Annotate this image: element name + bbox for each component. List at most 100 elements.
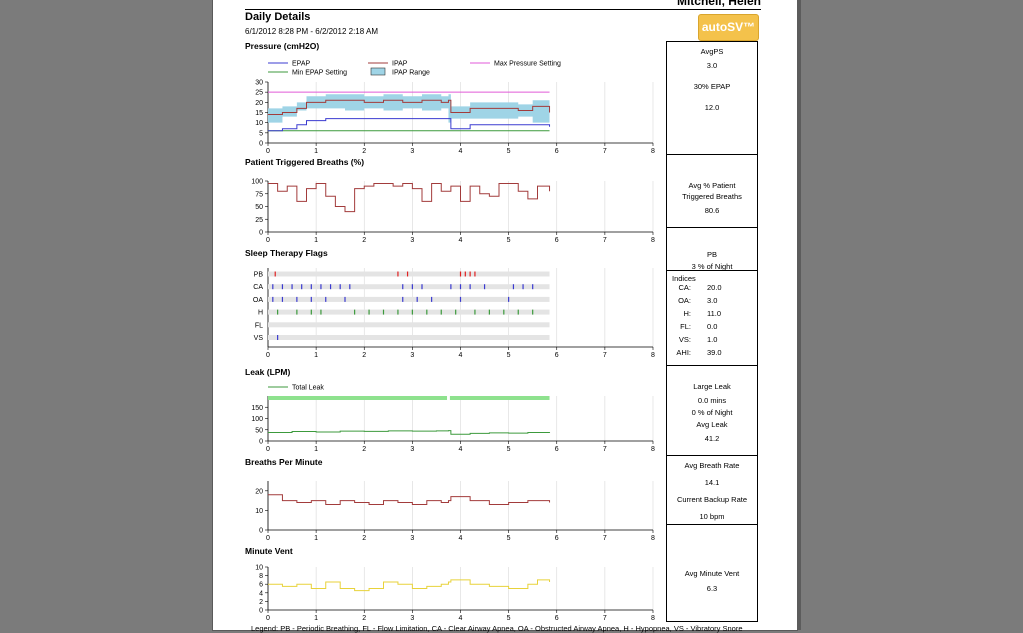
- y-tick-label: 25: [255, 90, 263, 97]
- x-tick-label: 8: [651, 535, 655, 542]
- flag-row-label: CA: [253, 284, 263, 291]
- flag-track: [268, 322, 550, 328]
- flag-track: [268, 309, 550, 315]
- x-tick-label: 3: [410, 446, 414, 453]
- flag-track: [268, 271, 550, 277]
- x-tick-label: 7: [603, 535, 607, 542]
- x-tick-label: 7: [603, 446, 607, 453]
- x-tick-label: 4: [459, 535, 463, 542]
- x-tick-label: 4: [459, 237, 463, 244]
- x-tick-label: 5: [507, 237, 511, 244]
- x-tick-label: 2: [362, 148, 366, 155]
- x-tick-label: 8: [651, 352, 655, 359]
- x-tick-label: 8: [651, 148, 655, 155]
- x-tick-label: 3: [410, 148, 414, 155]
- x-tick-label: 3: [410, 535, 414, 542]
- y-tick-label: 5: [259, 130, 263, 137]
- x-tick-label: 6: [555, 615, 559, 622]
- y-tick-label: 10: [255, 120, 263, 127]
- y-tick-label: 0: [259, 230, 263, 237]
- legend-swatch-ipap-range: [370, 67, 386, 76]
- y-tick-label: 2: [259, 599, 263, 606]
- x-tick-label: 0: [266, 352, 270, 359]
- y-tick-label: 20: [255, 488, 263, 495]
- flag-row-label: OA: [253, 297, 263, 304]
- x-tick-label: 5: [507, 615, 511, 622]
- page-shadow: [797, 0, 801, 630]
- flag-row-label: FL: [255, 322, 263, 329]
- x-tick-label: 8: [651, 237, 655, 244]
- x-tick-label: 0: [266, 446, 270, 453]
- y-tick-label: 8: [259, 573, 263, 580]
- x-tick-label: 2: [362, 615, 366, 622]
- x-tick-label: 0: [266, 148, 270, 155]
- x-tick-label: 6: [555, 446, 559, 453]
- x-tick-label: 2: [362, 352, 366, 359]
- large-leak-bar: [268, 396, 448, 400]
- x-tick-label: 6: [555, 352, 559, 359]
- triggered-line: [268, 183, 551, 213]
- x-tick-label: 1: [314, 148, 318, 155]
- x-tick-label: 2: [362, 446, 366, 453]
- legend-label: Total Leak: [292, 385, 324, 392]
- x-tick-label: 8: [651, 446, 655, 453]
- x-tick-label: 1: [314, 352, 318, 359]
- y-tick-label: 0: [259, 608, 263, 615]
- mv-line: [268, 579, 551, 592]
- y-tick-label: 50: [255, 204, 263, 211]
- legend-label: Max Pressure Setting: [494, 61, 561, 68]
- x-tick-label: 7: [603, 148, 607, 155]
- ipap-range-band: [268, 94, 550, 125]
- x-tick-label: 6: [555, 237, 559, 244]
- y-tick-label: 0: [259, 528, 263, 535]
- legend-label: IPAP Range: [392, 70, 430, 77]
- y-tick-label: 10: [255, 565, 263, 572]
- x-tick-label: 0: [266, 535, 270, 542]
- flag-track: [268, 335, 550, 340]
- legend-label: EPAP: [292, 61, 310, 68]
- y-tick-label: 10: [255, 508, 263, 515]
- x-tick-label: 1: [314, 615, 318, 622]
- y-tick-label: 100: [251, 179, 263, 186]
- x-tick-label: 5: [507, 352, 511, 359]
- large-leak-bar: [449, 396, 550, 400]
- x-tick-label: 7: [603, 352, 607, 359]
- x-tick-label: 8: [651, 615, 655, 622]
- x-tick-label: 2: [362, 535, 366, 542]
- y-tick-label: 15: [255, 110, 263, 117]
- x-tick-label: 0: [266, 615, 270, 622]
- charts-canvas: EPAP IPAP Max Pressure Setting Min EPAP Set…: [251, 61, 655, 623]
- flag-track: [268, 296, 550, 302]
- x-tick-label: 1: [314, 535, 318, 542]
- x-tick-label: 5: [507, 446, 511, 453]
- x-tick-label: 2: [362, 237, 366, 244]
- x-tick-label: 7: [603, 237, 607, 244]
- legend-label: IPAP: [392, 61, 408, 68]
- x-tick-label: 1: [314, 446, 318, 453]
- report-page: Mitchell, Helen Daily Details 6/1/2012 8…: [213, 0, 797, 633]
- y-tick-label: 4: [259, 590, 263, 597]
- y-tick-label: 6: [259, 582, 263, 589]
- y-tick-label: 75: [255, 191, 263, 198]
- x-tick-label: 3: [410, 615, 414, 622]
- x-tick-label: 3: [410, 352, 414, 359]
- x-tick-label: 4: [459, 148, 463, 155]
- x-tick-label: 7: [603, 615, 607, 622]
- x-tick-label: 0: [266, 237, 270, 244]
- x-tick-label: 6: [555, 535, 559, 542]
- y-tick-label: 25: [255, 217, 263, 224]
- legend-footer: Legend: PB - Periodic Breathing, FL - Fl…: [251, 624, 743, 633]
- flag-row-label: H: [258, 310, 263, 317]
- flag-row-label: PB: [254, 272, 264, 279]
- y-tick-label: 50: [255, 427, 263, 434]
- x-tick-label: 4: [459, 352, 463, 359]
- x-tick-label: 4: [459, 615, 463, 622]
- bpm-line: [268, 494, 551, 506]
- x-tick-label: 5: [507, 148, 511, 155]
- leak-line: [268, 430, 551, 435]
- y-tick-label: 0: [259, 439, 263, 446]
- flag-row-label: VS: [254, 335, 264, 342]
- legend-label: Min EPAP Setting: [292, 70, 347, 77]
- y-tick-label: 20: [255, 100, 263, 107]
- x-tick-label: 6: [555, 148, 559, 155]
